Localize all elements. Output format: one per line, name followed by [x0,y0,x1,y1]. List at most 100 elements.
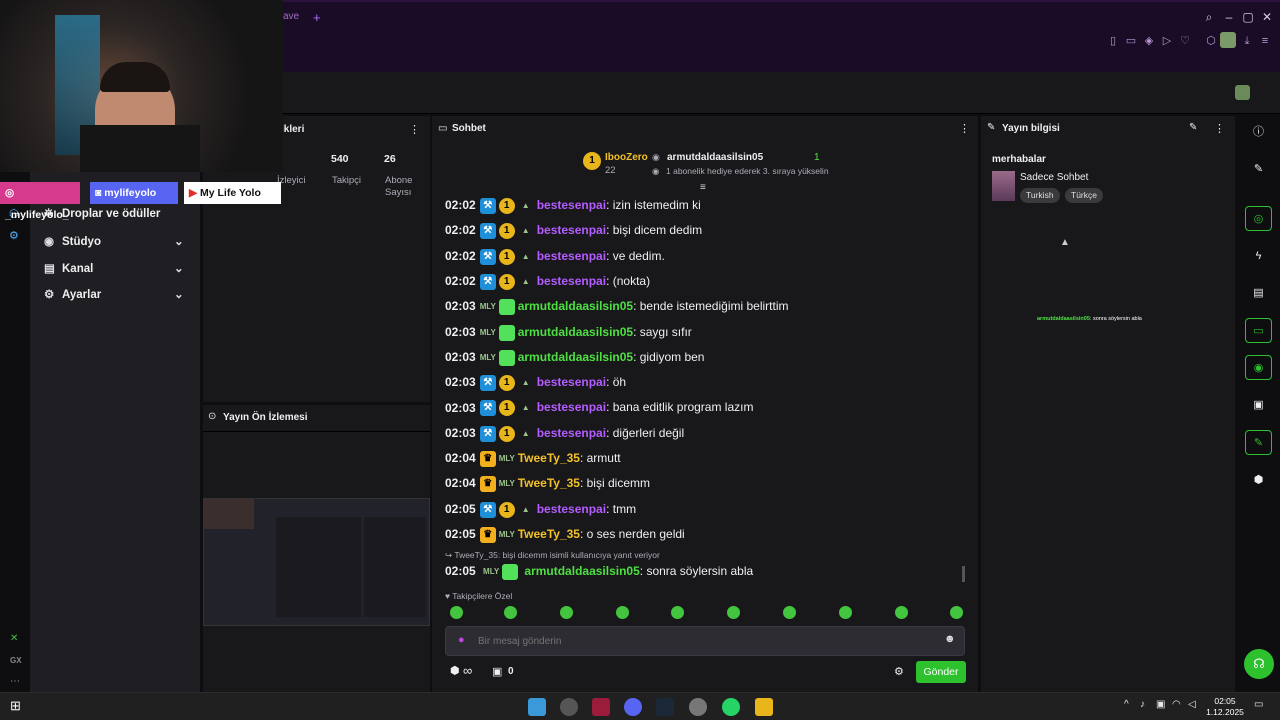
nav-channel[interactable]: ▤ Kanal ⌄ [44,261,204,275]
snapshot-icon[interactable]: ▭ [1124,34,1138,48]
profile-avatar[interactable] [1220,32,1236,48]
whatsapp-icon[interactable] [722,698,740,716]
browser-tab-label[interactable]: ave [283,11,299,22]
message-username[interactable]: bestesenpai [537,198,606,212]
apps-icon[interactable]: ⬢ [1245,468,1272,493]
kebab-menu-icon[interactable]: ⋮ [959,122,970,135]
menu-icon[interactable]: ≡ [1258,34,1272,48]
channel-points-icon[interactable]: ⬢ [450,664,460,677]
emote-9[interactable] [895,606,908,619]
app-icon-2[interactable] [560,698,578,716]
message-username[interactable]: TweeTy_35 [518,527,580,541]
pinned-user[interactable]: armutdaldaasilsin05 [667,152,763,163]
kebab-menu-icon[interactable]: ⋮ [409,123,420,136]
play-icon[interactable]: ▷ [1160,34,1174,48]
more-icon[interactable]: ⋯ [10,676,20,687]
message-username[interactable]: bestesenpai [537,223,606,237]
message-username[interactable]: armutdaldaasilsin05 [518,299,633,313]
send-button[interactable]: Gönder [916,661,966,683]
minimize-icon[interactable]: – [1222,10,1236,24]
message-username[interactable]: TweeTy_35 [518,451,580,465]
network-icon[interactable]: ◠ [1172,699,1181,710]
emoji-icon[interactable]: ☻ [944,633,956,645]
steam-icon[interactable] [656,698,674,716]
heart-icon[interactable]: ♡ [1178,34,1192,48]
taskbar-date[interactable]: 1.12.2025 [1205,707,1245,717]
message-username[interactable]: bestesenpai [537,426,606,440]
preview-thumbnail[interactable] [203,498,430,626]
app-icon-6[interactable] [689,698,707,716]
clipboard-icon[interactable]: ▤ [1245,281,1272,306]
message-username[interactable]: bestesenpai [537,375,606,389]
lightning-icon[interactable]: ϟ [1245,244,1272,269]
tools-icon[interactable]: ✎ [1245,430,1272,455]
scrollbar[interactable] [962,566,965,582]
extensions-icon[interactable]: ⬡ [1204,34,1218,48]
windows-start-icon[interactable]: ⊞ [10,698,21,714]
tag-turkce[interactable]: Türkçe [1065,188,1103,203]
info-icon[interactable]: ⓘ [1245,120,1272,145]
emote-2[interactable] [504,606,517,619]
message-username[interactable]: bestesenpai [537,502,606,516]
message-username[interactable]: TweeTy_35 [518,476,580,490]
file-explorer-icon[interactable] [755,698,773,716]
edit-icon[interactable]: ✎ [1189,122,1197,133]
microphone-tray-icon[interactable]: ♪ [1140,699,1145,710]
emote-7[interactable] [783,606,796,619]
discord-icon[interactable] [624,698,642,716]
tray-chevron-icon[interactable]: ^ [1124,699,1129,710]
scroll-filter-icon[interactable]: ≡ [700,182,706,193]
emote-10[interactable] [950,606,963,619]
category-name[interactable]: Sadece Sohbet [1020,172,1088,183]
chevron-down-icon[interactable]: ⌄ [174,287,184,301]
volume-icon[interactable]: ◁ [1188,699,1196,710]
emote-8[interactable] [839,606,852,619]
settings-icon[interactable]: ⚙ [9,229,19,242]
chat-settings-icon[interactable]: ⚙ [894,665,904,678]
gift-box-icon[interactable]: ▣ [492,665,502,678]
bookmark-icon[interactable]: ▯ [1106,34,1120,48]
shield-icon[interactable]: ◈ [1142,34,1156,48]
chevron-down-icon[interactable]: ⌄ [174,234,184,248]
nav-settings[interactable]: ⚙ Ayarlar ⌄ [44,287,204,301]
category-thumbnail[interactable] [992,171,1015,201]
app-icon-1[interactable] [528,698,546,716]
emote-5[interactable] [671,606,684,619]
camera-scan-icon[interactable]: ◎ [1245,206,1272,231]
support-icon[interactable]: ☊ [1244,649,1274,679]
emote-4[interactable] [616,606,629,619]
emote-3[interactable] [560,606,573,619]
layout-icon[interactable]: ▣ [1245,393,1272,418]
emote-6[interactable] [727,606,740,619]
gifter-name[interactable]: IbooZero [605,152,648,163]
chat-message-input[interactable] [478,632,928,650]
message-username[interactable]: armutdaldaasilsin05 [518,325,633,339]
chat-input-box[interactable]: ● ☻ [445,626,965,656]
message-username[interactable]: bestesenpai [537,274,606,288]
tray-app-icon[interactable]: ▣ [1156,699,1165,710]
x-icon[interactable]: ✕ [10,633,18,644]
chevron-down-icon[interactable]: ⌄ [174,261,184,275]
microphone-icon[interactable]: ● [458,634,465,646]
opera-gx-icon[interactable] [592,698,610,716]
user-avatar[interactable] [1235,85,1250,100]
kebab-menu-icon[interactable]: ⋮ [1214,122,1225,135]
notifications-icon[interactable]: ▭ [1254,699,1263,710]
pencil-icon[interactable]: ✎ [1245,157,1272,182]
tag-turkish[interactable]: Turkish [1020,188,1060,203]
search-icon[interactable]: ⌕ [1202,10,1216,24]
message-username[interactable]: bestesenpai [537,249,606,263]
emote-1[interactable] [450,606,463,619]
message-username[interactable]: bestesenpai [537,401,606,415]
taskbar-time[interactable]: 02:05 [1207,696,1243,706]
new-tab-button[interactable]: + [313,10,321,25]
chat-icon[interactable]: ▭ [1245,318,1272,343]
nav-studio[interactable]: ◉ Stüdyo ⌄ [44,234,204,248]
message-username[interactable]: armutdaldaasilsin05 [518,350,633,364]
message-username[interactable]: armutdaldaasilsin05 [524,564,639,578]
broadcast-icon[interactable]: ◉ [1245,355,1272,380]
chat-message: 02:04 ♛ MLY TweeTy_35: armutt [445,451,621,467]
restore-icon[interactable]: ▢ [1241,10,1255,24]
download-icon[interactable]: ⤓ [1240,34,1254,48]
close-icon[interactable]: ✕ [1260,10,1274,24]
